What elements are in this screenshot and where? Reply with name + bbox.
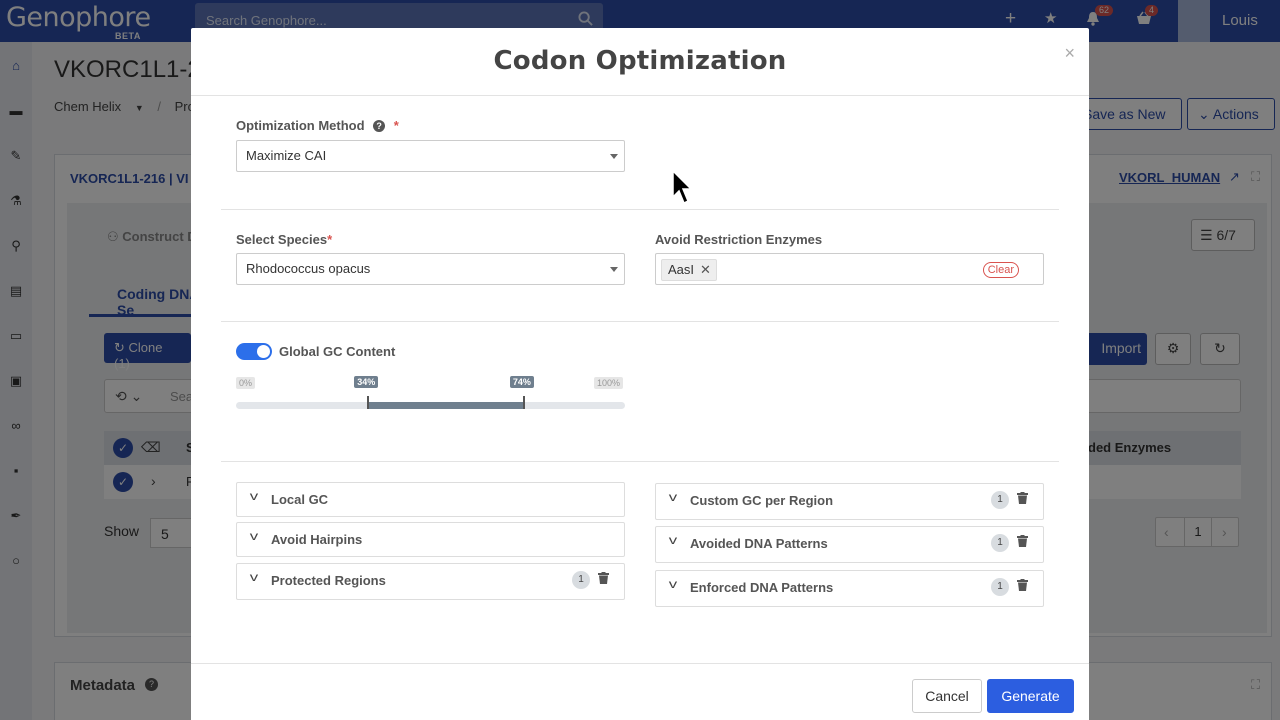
protected-regions-accordion[interactable]: v Protected Regions 1 xyxy=(236,563,625,600)
accordion-label: Avoid Hairpins xyxy=(271,532,362,547)
modal-title: Codon Optimization xyxy=(191,46,1089,76)
enzymes-multiselect[interactable]: AasI ✕ Clear xyxy=(655,253,1044,285)
slider-selected-range xyxy=(368,402,524,409)
species-select[interactable]: Rhodococcus opacus xyxy=(236,253,625,285)
count-badge: 1 xyxy=(991,491,1009,509)
species-value: Rhodococcus opacus xyxy=(246,261,370,276)
count-badge: 1 xyxy=(572,571,590,589)
slider-high-value: 74% xyxy=(510,376,534,388)
count-badge: 1 xyxy=(991,578,1009,596)
trash-icon[interactable] xyxy=(1017,579,1028,591)
section-divider xyxy=(221,209,1059,210)
gc-content-label: Global GC Content xyxy=(279,344,395,359)
accordion-label: Protected Regions xyxy=(271,573,386,588)
avoid-hairpins-accordion[interactable]: v Avoid Hairpins xyxy=(236,522,625,557)
chevron-down-icon: v xyxy=(669,533,677,547)
optimization-method-value: Maximize CAI xyxy=(246,148,326,163)
section-divider xyxy=(221,321,1059,322)
section-divider xyxy=(221,461,1059,462)
required-asterisk: * xyxy=(327,232,332,247)
slider-low-value: 34% xyxy=(354,376,378,388)
caret-down-icon xyxy=(610,154,618,159)
trash-icon[interactable] xyxy=(1017,492,1028,504)
chevron-down-icon: v xyxy=(250,529,258,543)
gc-range-slider[interactable] xyxy=(236,402,625,409)
caret-down-icon xyxy=(610,267,618,272)
slider-min-label: 0% xyxy=(236,377,255,389)
chevron-down-icon: v xyxy=(250,489,258,503)
gc-content-toggle[interactable] xyxy=(236,343,272,360)
enzyme-tag-label: AasI xyxy=(668,262,694,277)
avoided-dna-patterns-accordion[interactable]: v Avoided DNA Patterns 1 xyxy=(655,526,1044,563)
required-asterisk: * xyxy=(394,118,399,133)
optimization-method-select[interactable]: Maximize CAI xyxy=(236,140,625,172)
slider-high-handle[interactable] xyxy=(523,396,525,409)
slider-low-handle[interactable] xyxy=(367,396,369,409)
help-icon[interactable]: ? xyxy=(373,120,385,132)
codon-optimization-modal: Codon Optimization × Optimization Method… xyxy=(191,28,1089,720)
toggle-knob xyxy=(257,345,270,358)
enzyme-tag: AasI ✕ xyxy=(661,259,717,281)
trash-icon[interactable] xyxy=(598,572,609,584)
custom-gc-region-accordion[interactable]: v Custom GC per Region 1 xyxy=(655,483,1044,520)
optimization-method-label-text: Optimization Method xyxy=(236,118,365,133)
chevron-down-icon: v xyxy=(669,490,677,504)
clear-enzymes-button[interactable]: Clear xyxy=(983,262,1019,278)
trash-icon[interactable] xyxy=(1017,535,1028,547)
slider-max-label: 100% xyxy=(594,377,623,389)
species-label: Select Species* xyxy=(236,232,332,247)
footer-divider xyxy=(191,663,1089,664)
remove-tag-icon[interactable]: ✕ xyxy=(700,262,711,277)
accordion-label: Custom GC per Region xyxy=(690,493,833,508)
header-divider xyxy=(191,95,1089,96)
chevron-down-icon: v xyxy=(250,570,258,584)
local-gc-accordion[interactable]: v Local GC xyxy=(236,482,625,517)
species-label-text: Select Species xyxy=(236,232,327,247)
enforced-dna-patterns-accordion[interactable]: v Enforced DNA Patterns 1 xyxy=(655,570,1044,607)
chevron-down-icon: v xyxy=(669,577,677,591)
optimization-method-label: Optimization Method ? * xyxy=(236,118,399,133)
cancel-button[interactable]: Cancel xyxy=(912,679,982,713)
enzymes-label: Avoid Restriction Enzymes xyxy=(655,232,822,247)
mouse-cursor-icon xyxy=(672,170,694,206)
accordion-label: Local GC xyxy=(271,492,328,507)
accordion-label: Enforced DNA Patterns xyxy=(690,580,833,595)
count-badge: 1 xyxy=(991,534,1009,552)
accordion-label: Avoided DNA Patterns xyxy=(690,536,828,551)
close-icon[interactable]: × xyxy=(1064,43,1075,64)
generate-button[interactable]: Generate xyxy=(987,679,1074,713)
